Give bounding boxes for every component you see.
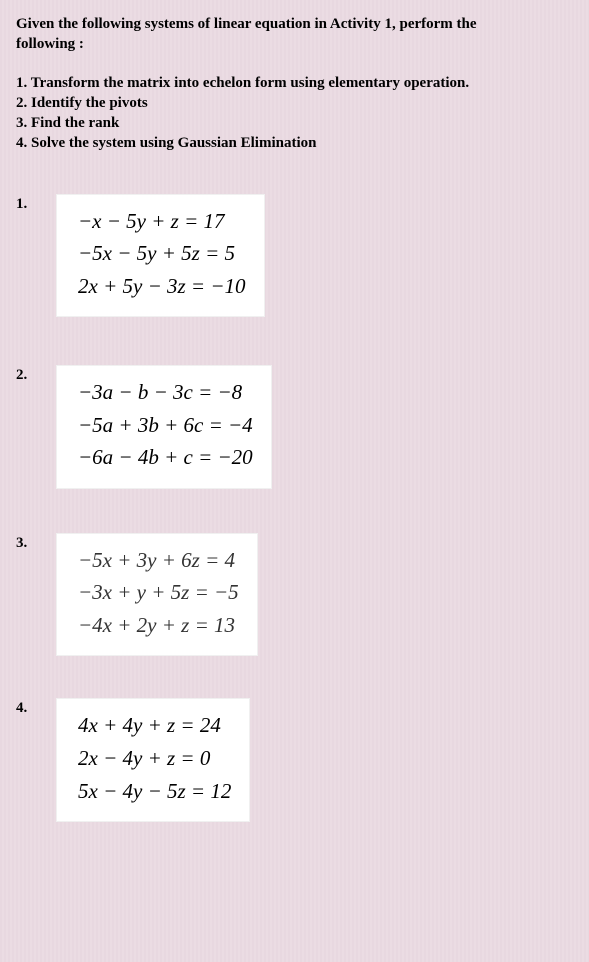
problem-number-2: 2. [16,365,44,384]
equation-1-2: −5x − 5y + 5z = 5 [78,237,246,270]
instruction-4: 4. Solve the system using Gaussian Elimi… [16,133,573,153]
equation-box-2: −3a − b − 3c = −8 −5a + 3b + 6c = −4 −6a… [56,365,272,489]
document-page: Given the following systems of linear eq… [0,0,589,864]
equation-box-1: −x − 5y + z = 17 −5x − 5y + 5z = 5 2x + … [56,194,265,318]
problem-number-3: 3. [16,533,44,552]
problem-4: 4. 4x + 4y + z = 24 2x − 4y + z = 0 5x −… [16,698,573,822]
equation-1-1: −x − 5y + z = 17 [78,205,246,238]
instructions-list: 1. Transform the matrix into echelon for… [16,73,573,154]
equation-1-3: 2x + 5y − 3z = −10 [78,270,246,303]
equation-3-2: −3x + y + 5z = −5 [78,576,239,609]
equation-2-1: −3a − b − 3c = −8 [78,376,253,409]
equation-3-3: −4x + 2y + z = 13 [78,609,239,642]
equation-box-4: 4x + 4y + z = 24 2x − 4y + z = 0 5x − 4y… [56,698,250,822]
problem-number-4: 4. [16,698,44,717]
instruction-3: 3. Find the rank [16,113,573,133]
equation-2-2: −5a + 3b + 6c = −4 [78,409,253,442]
intro-text: Given the following systems of linear eq… [16,14,573,55]
problem-3: 3. −5x + 3y + 6z = 4 −3x + y + 5z = −5 −… [16,533,573,657]
problem-number-1: 1. [16,194,44,213]
problem-1: 1. −x − 5y + z = 17 −5x − 5y + 5z = 5 2x… [16,194,573,318]
equation-4-2: 2x − 4y + z = 0 [78,742,231,775]
equation-2-3: −6a − 4b + c = −20 [78,441,253,474]
instruction-1: 1. Transform the matrix into echelon for… [16,73,573,93]
equation-3-1: −5x + 3y + 6z = 4 [78,544,239,577]
problem-2: 2. −3a − b − 3c = −8 −5a + 3b + 6c = −4 … [16,365,573,489]
equation-4-1: 4x + 4y + z = 24 [78,709,231,742]
intro-line-2: following : [16,34,573,54]
instruction-2: 2. Identify the pivots [16,93,573,113]
equation-box-3: −5x + 3y + 6z = 4 −3x + y + 5z = −5 −4x … [56,533,258,657]
equation-4-3: 5x − 4y − 5z = 12 [78,775,231,808]
intro-line-1: Given the following systems of linear eq… [16,14,573,34]
